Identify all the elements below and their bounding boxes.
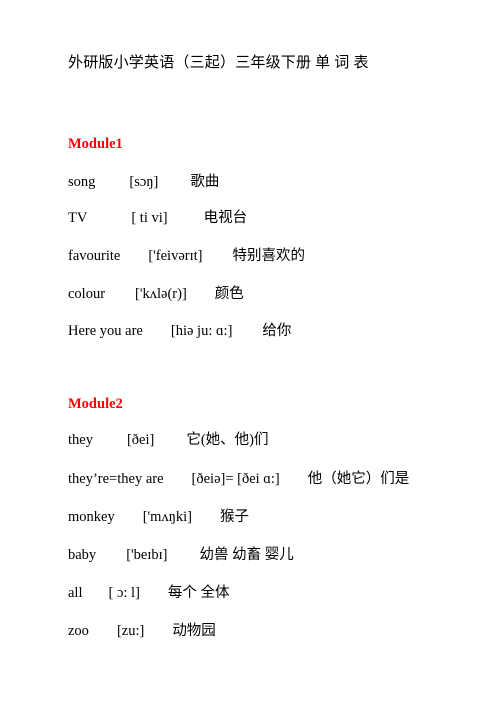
vocab-word: monkey (68, 509, 115, 525)
vocab-entry: favourite ['feivərɪt] 特别喜欢的 (68, 246, 305, 267)
vocab-meaning: 特别喜欢的 (232, 248, 305, 264)
vocab-entry: baby ['beɪbɪ] 幼兽 幼畜 婴儿 (68, 545, 294, 566)
vocab-meaning: 每个 全体 (167, 585, 230, 601)
vocab-meaning: 猴子 (219, 509, 249, 525)
vocab-phonetic: [sɔŋ] (129, 174, 159, 190)
module-heading-1: Module1 (68, 136, 123, 152)
vocab-phonetic: [ ti vi] (131, 210, 168, 226)
vocab-entry: monkey ['mʌŋki] 猴子 (68, 507, 249, 528)
vocab-meaning: 它(她、他)们 (186, 432, 269, 448)
vocab-entry: they’re=they are [ðeiə]= [ðei ɑ:] 他（她它）们是 (68, 469, 409, 490)
vocab-phonetic: ['mʌŋki] (142, 509, 192, 525)
vocab-entry: all [ ɔ: l] 每个 全体 (68, 583, 230, 604)
word-list-page: 外研版小学英语（三起）三年级下册 单 词 表 Module1 song [sɔŋ]… (0, 0, 501, 711)
vocab-phonetic: [zu:] (116, 623, 145, 639)
vocab-word: they (68, 432, 93, 448)
vocab-meaning: 给你 (262, 323, 292, 339)
vocab-phonetic: [ ɔ: l] (108, 585, 140, 601)
vocab-entry: song [sɔŋ] 歌曲 (68, 172, 219, 193)
vocab-word: all (68, 585, 83, 601)
vocab-meaning: 幼兽 幼畜 婴儿 (199, 547, 294, 563)
vocab-word: favourite (68, 248, 121, 264)
vocab-word: baby (68, 547, 97, 563)
vocab-meaning: 歌曲 (190, 174, 220, 190)
vocab-meaning: 动物园 (172, 623, 216, 639)
vocab-phonetic: ['kʌlə(r)] (135, 286, 187, 302)
page-title: 外研版小学英语（三起）三年级下册 单 词 表 (68, 55, 369, 71)
vocab-phonetic: [ðei] (126, 432, 155, 448)
vocab-word: TV (68, 210, 88, 226)
vocab-word: colour (68, 286, 106, 302)
vocab-phonetic: [hiə ju: ɑ:] (170, 323, 233, 339)
vocab-word: zoo (68, 623, 89, 639)
vocab-entry: they [ðei] 它(她、他)们 (68, 430, 269, 451)
vocab-word: they’re=they are (68, 471, 164, 487)
vocab-entry: zoo [zu:] 动物园 (68, 621, 216, 642)
vocab-phonetic: ['feivərɪt] (148, 248, 203, 264)
vocab-entry: colour ['kʌlə(r)] 颜色 (68, 284, 244, 305)
vocab-meaning: 他（她它）们是 (307, 471, 410, 487)
vocab-phonetic: [ðeiə]= [ðei ɑ:] (191, 471, 280, 487)
module-heading-2: Module2 (68, 396, 123, 412)
vocab-phonetic: ['beɪbɪ] (126, 547, 168, 563)
vocab-meaning: 颜色 (214, 286, 244, 302)
vocab-entry: TV [ ti vi] 电视台 (68, 208, 247, 229)
vocab-meaning: 电视台 (203, 210, 248, 226)
vocab-word: song (68, 174, 96, 190)
vocab-word: Here you are (68, 323, 143, 339)
vocab-entry: Here you are [hiə ju: ɑ:] 给你 (68, 321, 291, 342)
